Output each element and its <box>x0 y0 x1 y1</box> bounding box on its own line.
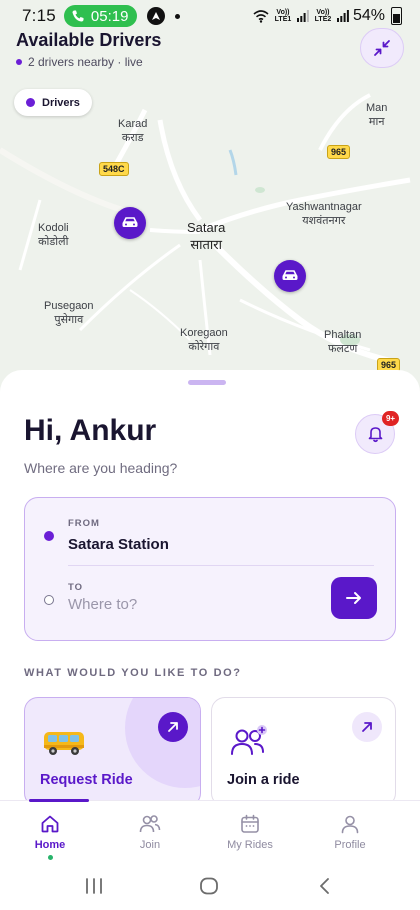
map-view[interactable]: Karad कराड Man मान Yashwantnagar यशवंतनगर K… <box>0 0 420 400</box>
battery-percent: 54% <box>352 7 385 24</box>
nav-my-rides[interactable]: My Rides <box>200 801 300 862</box>
map-label-satara: Satara सातारा <box>187 220 226 252</box>
car-icon <box>282 270 298 280</box>
active-dot <box>47 855 53 860</box>
map-label-karad: Karad कराड <box>118 118 148 144</box>
map-label-yashwantnagar: Yashwantnagar यशवंतनगर <box>286 201 362 227</box>
map-subtitle: 2 drivers nearby · live <box>16 55 161 69</box>
status-indicators: Vo)) LTE1 Vo)) LTE2 54% <box>253 7 402 25</box>
map-label-koregaon: Koregaon कोरेगाव <box>180 327 228 353</box>
driver-marker[interactable] <box>274 260 306 292</box>
call-timer: 05:19 <box>90 7 129 25</box>
navigation-app-icon <box>147 7 166 25</box>
destination-prompt: Where are you heading? <box>24 460 178 476</box>
map-label-pusegaon: Pusegaon पुसेगाव <box>44 300 94 326</box>
request-ride-card[interactable]: Request Ride <box>24 697 201 807</box>
map-title: Available Drivers <box>16 30 162 50</box>
home-circle-icon[interactable] <box>199 877 219 895</box>
sheet-drag-handle[interactable] <box>188 380 226 385</box>
bell-icon <box>368 427 382 443</box>
bus-icon <box>44 732 84 755</box>
request-ride-arrow-button[interactable] <box>158 712 188 742</box>
nav-home[interactable]: Home <box>0 801 100 862</box>
driver-legend-dot <box>26 98 35 107</box>
join-ride-arrow-button[interactable] <box>352 712 382 742</box>
notifications-button[interactable]: 9+ <box>355 411 399 454</box>
map-label-kodoli: Kodoli कोडोली <box>38 222 69 248</box>
destination-input[interactable] <box>68 596 323 613</box>
map-label-man: Man मान <box>366 102 388 128</box>
road-shield: 965 <box>327 145 351 159</box>
join-ride-label: Join a ride <box>227 772 300 788</box>
actions-section-title: WHAT WOULD YOU LIKE TO DO? <box>24 667 242 679</box>
nav-home-label: Home <box>34 839 66 851</box>
to-label: TO <box>68 582 84 593</box>
map-legend-label: Drivers <box>42 96 80 109</box>
map-subtitle-text: 2 drivers nearby · live <box>28 55 143 69</box>
status-bar: 7:15 05:19 Vo)) LTE1 Vo)) LTE2 54% <box>0 0 420 32</box>
status-time: 7:15 <box>22 6 56 25</box>
nav-join[interactable]: Join <box>100 801 200 862</box>
network-1-label: Vo)) LTE1 <box>274 9 292 23</box>
pickup-location-field[interactable]: Satara Station <box>68 536 169 553</box>
notification-dot-icon <box>175 13 181 19</box>
nav-join-label: Join <box>139 839 161 851</box>
request-ride-label: Request Ride <box>40 772 133 788</box>
nav-profile[interactable]: Profile <box>300 801 400 862</box>
nav-my-rides-label: My Rides <box>227 839 273 851</box>
recent-apps-icon[interactable] <box>84 877 104 895</box>
road-shield: 548C <box>99 162 129 176</box>
join-ride-card[interactable]: Join a ride <box>211 697 396 807</box>
map-legend: Drivers <box>14 89 92 116</box>
user-icon <box>341 815 359 834</box>
car-icon <box>122 217 138 227</box>
network-2-label: Vo)) LTE2 <box>314 9 332 23</box>
map-label-phaltan: Phaltan फलटण <box>324 329 362 355</box>
add-people-icon <box>231 725 267 755</box>
signal-icon <box>336 10 349 22</box>
back-icon[interactable] <box>316 877 334 895</box>
live-indicator-dot <box>16 59 22 65</box>
bottom-navigation: Home Join My Rides Profile <box>0 799 420 862</box>
system-navigation-bar <box>0 862 420 910</box>
arrow-up-right-icon <box>362 722 372 732</box>
dropoff-dot-icon <box>44 595 54 605</box>
phone-icon <box>72 10 84 22</box>
users-icon <box>139 815 161 833</box>
search-destination-button[interactable] <box>331 577 377 619</box>
arrow-up-right-icon <box>168 722 178 732</box>
home-icon <box>41 815 59 833</box>
notification-count-badge: 9+ <box>382 411 399 426</box>
arrow-right-icon <box>346 592 361 604</box>
trip-planner-card: FROM Satara Station TO <box>24 497 396 641</box>
pickup-dot-icon <box>44 531 54 541</box>
greeting-title: Hi, Ankur <box>24 414 157 447</box>
collapse-arrows-icon <box>374 40 390 56</box>
card-divider <box>68 565 374 566</box>
signal-icon <box>296 10 309 22</box>
nav-profile-label: Profile <box>334 839 366 851</box>
wifi-icon <box>253 9 269 23</box>
ongoing-call-pill[interactable]: 05:19 <box>63 5 138 27</box>
driver-marker[interactable] <box>114 207 146 239</box>
map-header: Available Drivers 2 drivers nearby · liv… <box>16 30 161 69</box>
battery-icon <box>391 7 402 25</box>
expand-map-button[interactable] <box>360 28 404 68</box>
calendar-icon <box>241 814 259 833</box>
from-label: FROM <box>68 518 100 529</box>
